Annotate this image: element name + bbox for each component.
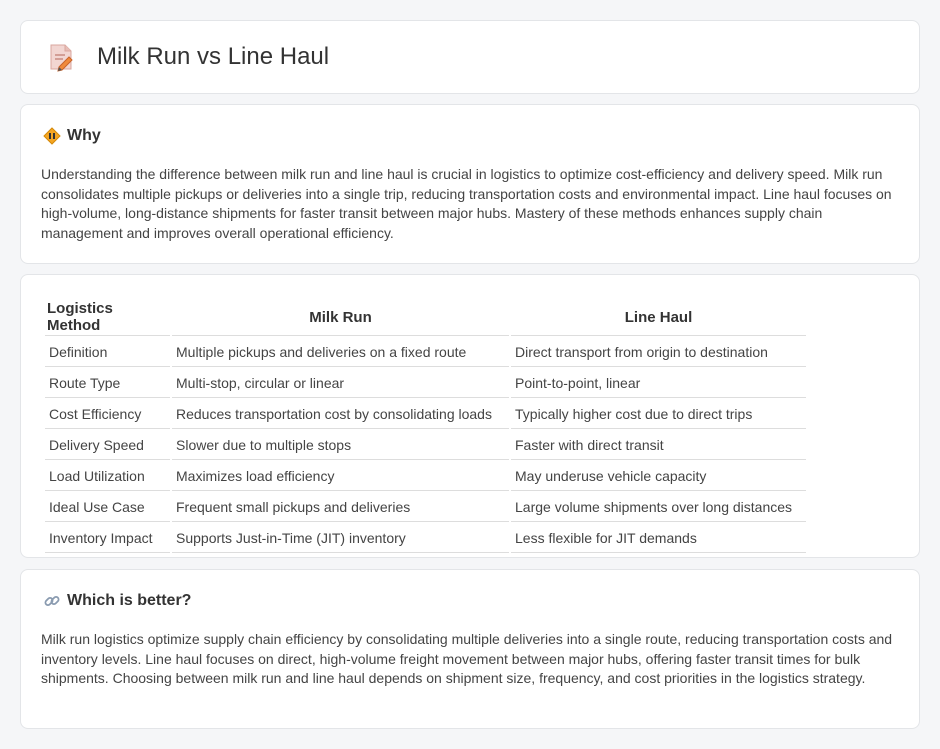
link-icon [43, 592, 61, 610]
page-title: Milk Run vs Line Haul [97, 43, 330, 70]
better-heading-row: Which is better? [43, 592, 191, 610]
row-label: Load Utilization [45, 462, 170, 491]
diamond-sign-icon [43, 127, 61, 145]
row-label: Definition [45, 338, 170, 367]
comparison-card: Logistics Method Milk Run Line Haul Defi… [20, 274, 920, 558]
why-text: Understanding the difference between mil… [41, 166, 892, 241]
table-row: Load Utilization Maximizes load efficien… [45, 462, 806, 491]
milk-run-cell: Slower due to multiple stops [172, 431, 509, 460]
why-heading: Why [67, 127, 101, 144]
row-label: Delivery Speed [45, 431, 170, 460]
row-label: Route Type [45, 369, 170, 398]
milk-run-cell: Multi-stop, circular or linear [172, 369, 509, 398]
which-better-card: Which is better? Milk run logistics opti… [20, 569, 920, 729]
milk-run-cell: Multiple pickups and deliveries on a fix… [172, 338, 509, 367]
row-label: Inventory Impact [45, 524, 170, 553]
title-card: Milk Run vs Line Haul [20, 20, 920, 94]
milk-run-cell: Supports Just-in-Time (JIT) inventory [172, 524, 509, 553]
milk-run-cell: Reduces transportation cost by consolida… [172, 400, 509, 429]
line-haul-cell: Direct transport from origin to destinat… [511, 338, 806, 367]
line-haul-cell: Point-to-point, linear [511, 369, 806, 398]
document-pencil-icon [45, 41, 77, 73]
milk-run-cell: Maximizes load efficiency [172, 462, 509, 491]
better-text: Milk run logistics optimize supply chain… [41, 631, 893, 686]
row-label: Cost Efficiency [45, 400, 170, 429]
table-row: Cost Efficiency Reduces transportation c… [45, 400, 806, 429]
milk-run-cell: Frequent small pickups and deliveries [172, 493, 509, 522]
column-header: Logistics Method [45, 299, 170, 336]
table-row: Inventory Impact Supports Just-in-Time (… [45, 524, 806, 553]
line-haul-cell: Typically higher cost due to direct trip… [511, 400, 806, 429]
table-row: Ideal Use Case Frequent small pickups an… [45, 493, 806, 522]
table-header-row: Logistics Method Milk Run Line Haul [45, 299, 806, 336]
line-haul-cell: Faster with direct transit [511, 431, 806, 460]
line-haul-cell: Large volume shipments over long distanc… [511, 493, 806, 522]
line-haul-cell: Less flexible for JIT demands [511, 524, 806, 553]
column-header: Line Haul [511, 299, 806, 336]
title-row: Milk Run vs Line Haul [45, 41, 329, 73]
why-card: Why Understanding the difference between… [20, 104, 920, 264]
why-heading-row: Why [43, 127, 101, 145]
line-haul-cell: May underuse vehicle capacity [511, 462, 806, 491]
comparison-table: Logistics Method Milk Run Line Haul Defi… [43, 297, 808, 555]
table-row: Delivery Speed Slower due to multiple st… [45, 431, 806, 460]
better-heading: Which is better? [67, 592, 192, 609]
table-row: Route Type Multi-stop, circular or linea… [45, 369, 806, 398]
row-label: Ideal Use Case [45, 493, 170, 522]
column-header: Milk Run [172, 299, 509, 336]
table-row: Definition Multiple pickups and deliveri… [45, 338, 806, 367]
